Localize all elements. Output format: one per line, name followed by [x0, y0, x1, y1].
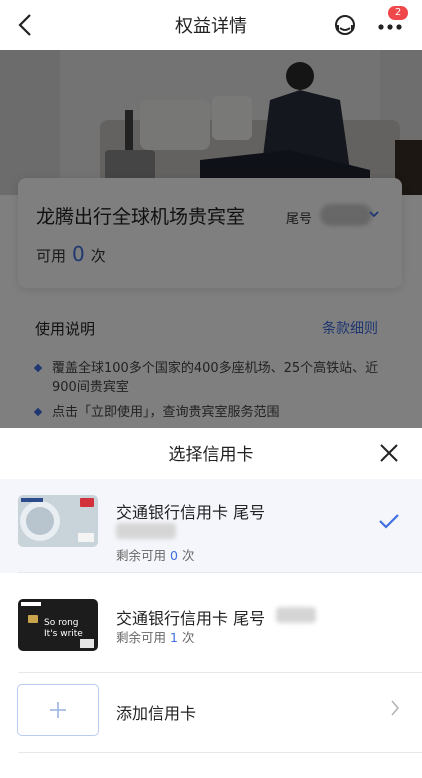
remaining-count: 1	[170, 630, 178, 645]
chevron-right-icon	[391, 700, 400, 716]
remaining-prefix: 剩余可用	[116, 630, 167, 645]
remaining-suffix: 次	[181, 548, 195, 563]
remaining-count: 0	[170, 548, 178, 563]
headset-icon[interactable]	[331, 11, 359, 39]
card-remaining: 剩余可用 0 次	[116, 545, 194, 564]
sheet-title: 选择信用卡	[168, 445, 254, 465]
checkmark-icon	[379, 514, 399, 529]
add-card-label: 添加信用卡	[116, 704, 197, 723]
card-art-text-2: It's write	[44, 629, 83, 639]
plus-icon	[50, 702, 66, 718]
top-nav-bar: 权益详情 2	[0, 0, 422, 50]
credit-card-image: So rong It's write	[18, 599, 98, 651]
row-divider	[18, 572, 422, 573]
remaining-prefix: 剩余可用	[116, 548, 167, 563]
card-number-masked	[116, 523, 176, 539]
notification-badge: 2	[388, 6, 408, 20]
card-name: 交通银行信用卡 尾号	[116, 503, 266, 522]
card-number-masked	[276, 607, 316, 623]
card-art-text-1: So rong	[44, 618, 79, 628]
add-card-row[interactable]: 添加信用卡	[0, 667, 422, 753]
credit-card-image	[18, 495, 98, 547]
card-option[interactable]: So rong It's write 交通银行信用卡 尾号 剩余可用 1 次	[0, 579, 422, 673]
card-option[interactable]: 交通银行信用卡 尾号 剩余可用 0 次	[0, 479, 422, 573]
page-title: 权益详情	[175, 16, 247, 37]
card-remaining: 剩余可用 1 次	[116, 627, 194, 646]
close-icon[interactable]	[378, 442, 400, 464]
add-card-box	[17, 684, 99, 736]
remaining-suffix: 次	[181, 630, 195, 645]
chevron-left-icon[interactable]	[14, 10, 38, 40]
card-name: 交通银行信用卡 尾号	[116, 609, 266, 628]
row-divider	[18, 752, 422, 753]
